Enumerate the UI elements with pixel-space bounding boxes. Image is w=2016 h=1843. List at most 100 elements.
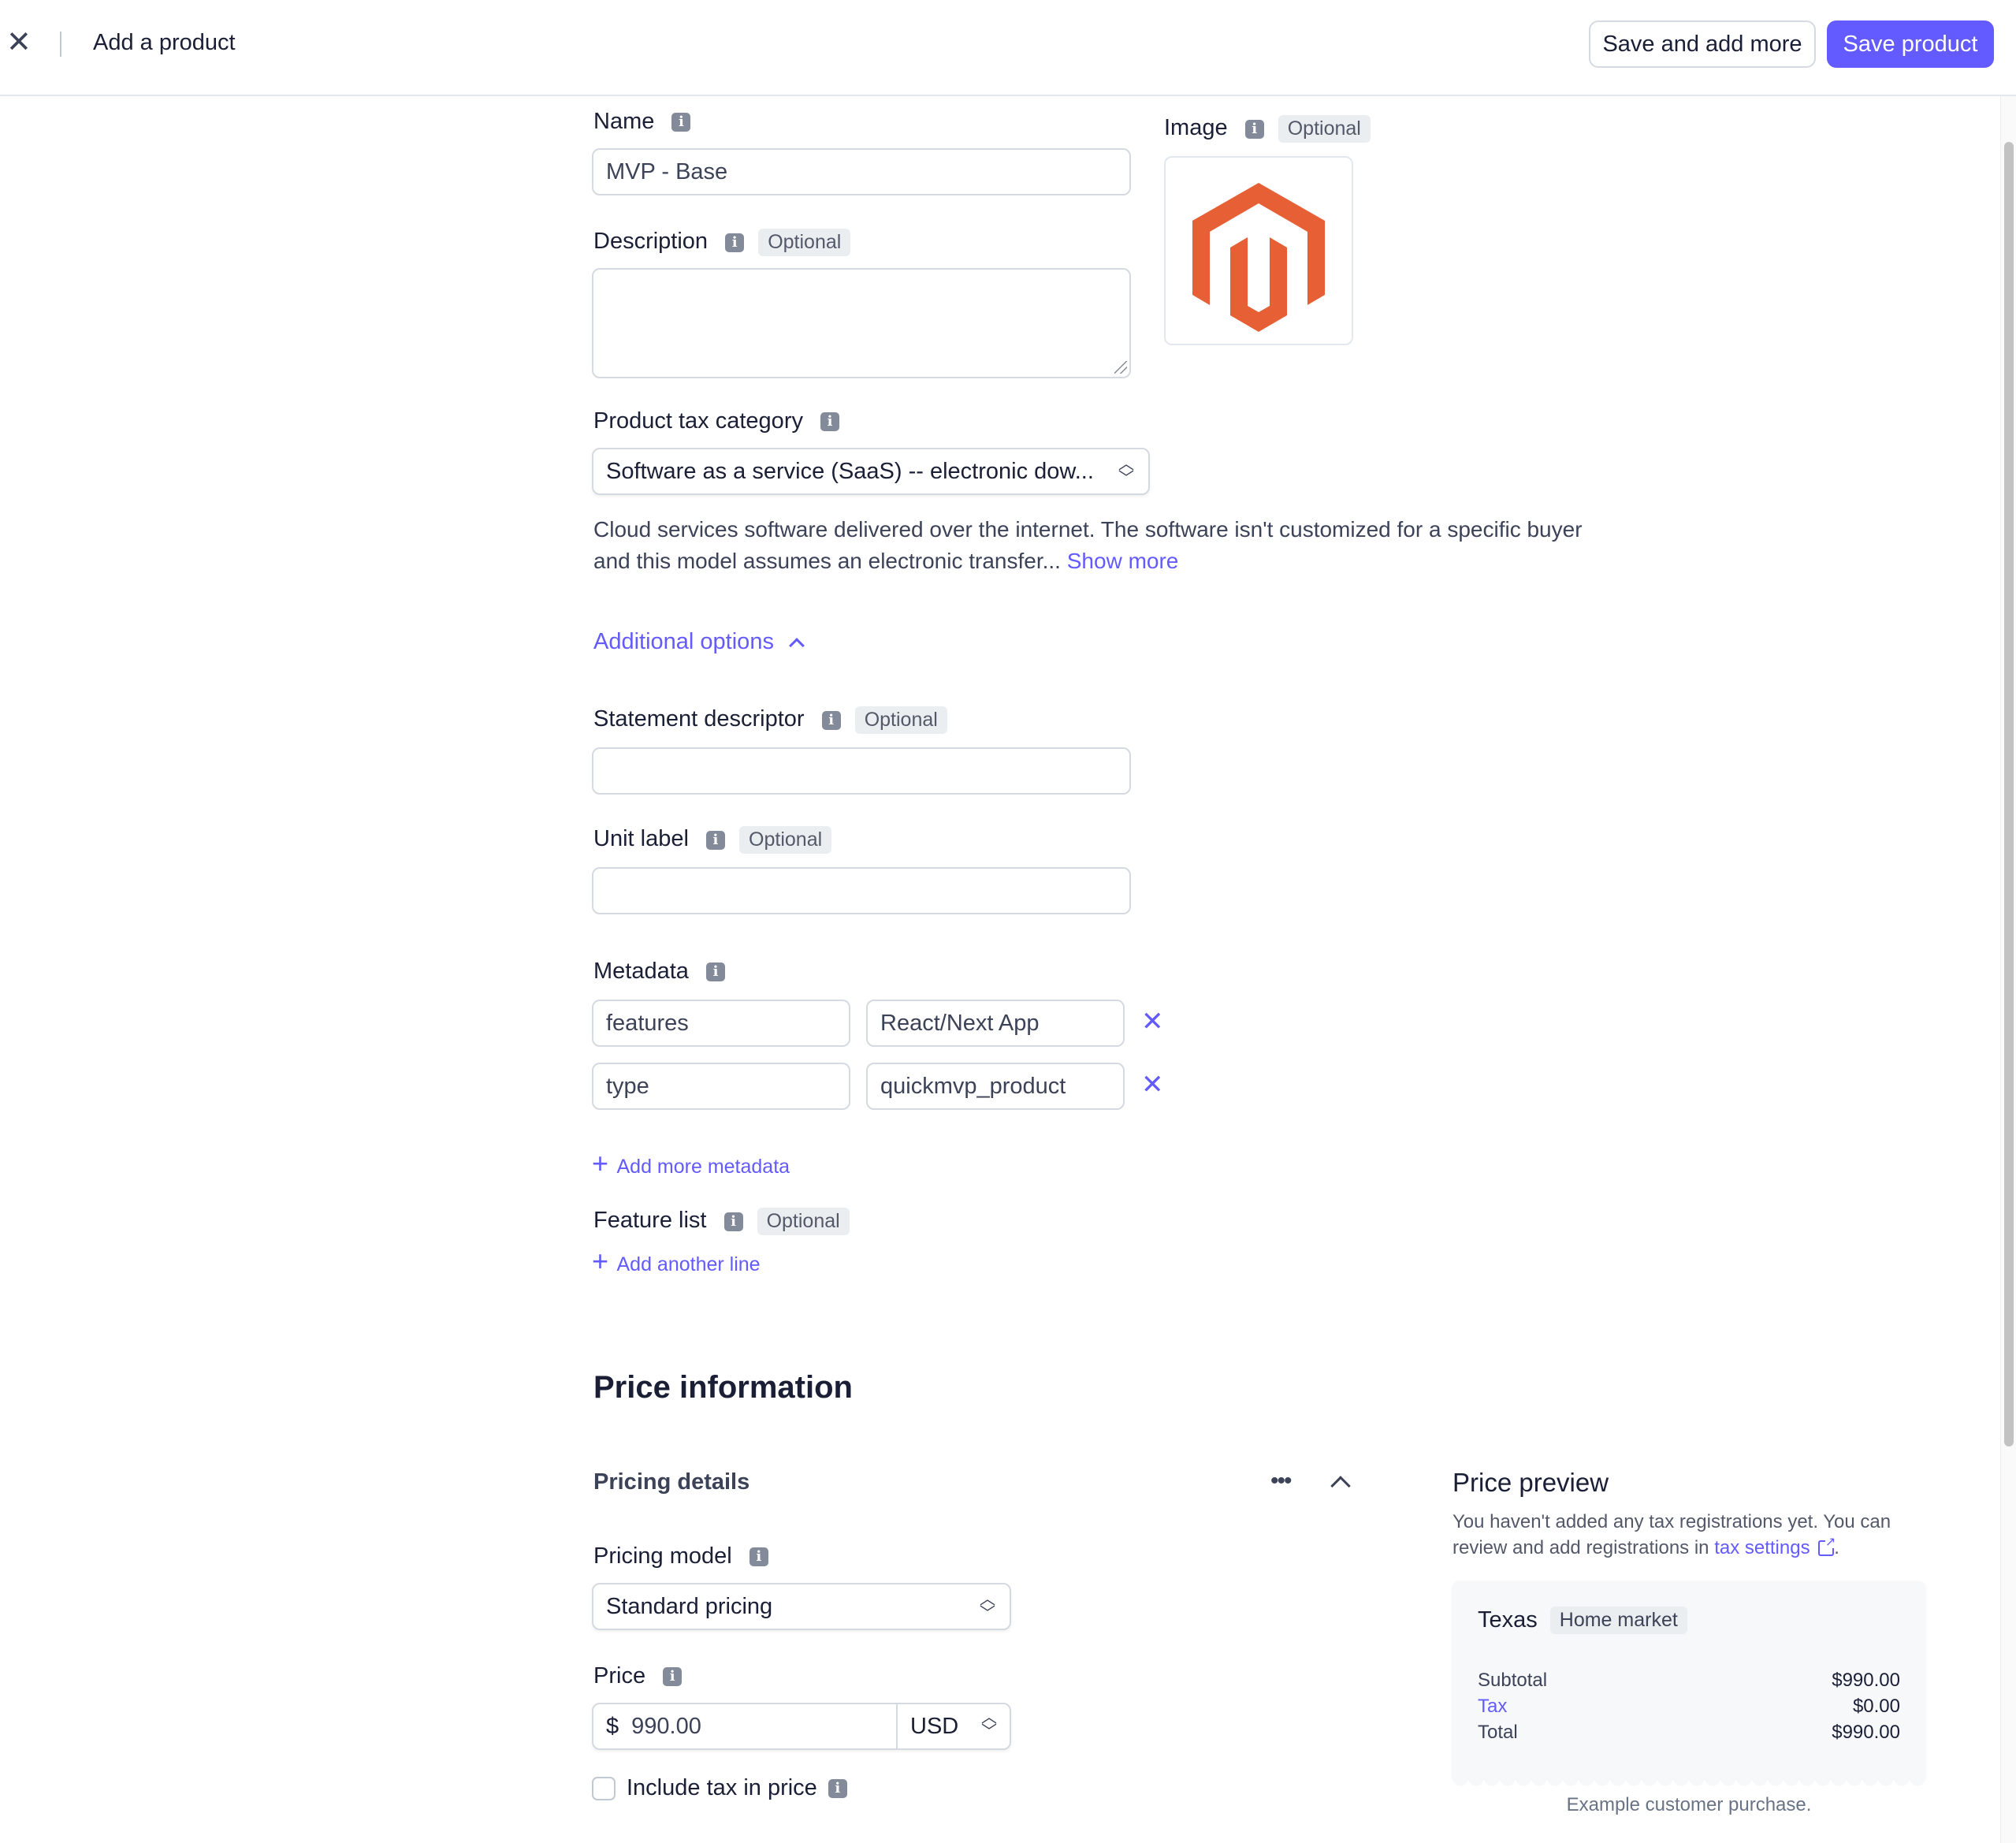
pricing-details-heading: Pricing details [593, 1469, 750, 1495]
currency-select[interactable]: USD ︿ ﹀ [896, 1704, 1010, 1748]
name-label-row: Name i [593, 109, 691, 135]
info-icon[interactable]: i [705, 830, 725, 850]
show-more-link[interactable]: Show more [1067, 549, 1179, 573]
tax-help-text: and this model assumes an electronic tra… [593, 549, 1061, 573]
price-preview-title: Price preview [1452, 1468, 1609, 1497]
currency-value: USD [910, 1713, 959, 1739]
add-another-line-label: Add another line [616, 1253, 761, 1275]
tax-value: $0.00 [1852, 1696, 1900, 1717]
remove-metadata-icon[interactable]: ✕ [1141, 1006, 1164, 1037]
price-preview-note-text: review and add registrations in [1452, 1537, 1709, 1558]
info-icon[interactable]: i [1244, 119, 1264, 139]
total-label: Total [1478, 1722, 1518, 1743]
select-arrows-icon: ︿ ﹀ [980, 1591, 995, 1622]
receipt-zigzag-edge [1452, 1778, 1925, 1788]
add-more-metadata-label: Add more metadata [616, 1156, 790, 1178]
plus-icon: + [592, 1245, 609, 1277]
metadata-value-input[interactable]: React/Next App [866, 1000, 1125, 1047]
preview-row-subtotal: Subtotal $990.00 [1478, 1670, 1900, 1692]
optional-badge: Optional [739, 826, 832, 854]
external-link-icon[interactable]: ↗ [1818, 1536, 1836, 1556]
price-preview-note-line-2: review and add registrations in tax sett… [1452, 1535, 1891, 1561]
unit-label-label-row: Unit label i Optional [593, 826, 832, 854]
statement-descriptor-label: Statement descriptor [593, 706, 805, 732]
tax-link[interactable]: Tax [1478, 1696, 1507, 1718]
subtotal-value: $990.00 [1832, 1670, 1900, 1691]
info-icon[interactable]: i [820, 412, 840, 432]
add-another-line-button[interactable]: + Add another line [592, 1247, 761, 1276]
subtotal-label: Subtotal [1478, 1670, 1548, 1691]
info-icon[interactable]: i [725, 233, 745, 252]
info-icon[interactable]: i [671, 113, 691, 132]
additional-options-toggle[interactable]: Additional options [593, 629, 805, 655]
plus-icon: + [592, 1147, 609, 1179]
include-tax-label: Include tax in price [627, 1775, 817, 1800]
info-icon[interactable]: i [828, 1778, 847, 1798]
include-tax-row: Include tax in price i [592, 1775, 847, 1801]
description-label: Description [593, 229, 709, 255]
metadata-key-input[interactable]: type [592, 1063, 850, 1110]
add-more-metadata-button[interactable]: + Add more metadata [592, 1149, 790, 1178]
description-textarea[interactable] [592, 268, 1131, 378]
price-input[interactable]: $ 990.00 USD ︿ ﹀ [592, 1703, 1011, 1750]
price-label: Price [593, 1663, 646, 1688]
close-icon[interactable]: ✕ [6, 27, 32, 58]
info-icon[interactable]: i [821, 710, 841, 730]
metadata-key-input[interactable]: features [592, 1000, 850, 1047]
header-divider [60, 32, 61, 57]
unit-label-label: Unit label [593, 826, 689, 852]
save-product-button[interactable]: Save product [1827, 20, 1994, 68]
info-icon[interactable]: i [705, 962, 725, 982]
save-and-add-more-button[interactable]: Save and add more [1589, 20, 1816, 68]
metadata-label: Metadata [593, 959, 689, 984]
additional-options-label: Additional options [593, 629, 774, 654]
more-options-icon[interactable]: ••• [1270, 1468, 1292, 1495]
pricing-model-value: Standard pricing [606, 1593, 773, 1619]
name-label: Name [593, 109, 655, 134]
info-icon[interactable]: i [749, 1547, 768, 1567]
optional-badge: Optional [758, 229, 851, 256]
preview-region-row: Texas Home market [1478, 1607, 1687, 1634]
info-icon[interactable]: i [723, 1212, 743, 1231]
name-input[interactable]: MVP - Base [592, 148, 1131, 195]
resize-handle-icon[interactable] [1114, 361, 1127, 374]
select-arrows-icon: ︿ ﹀ [981, 1709, 997, 1741]
page-title: Add a product [93, 30, 236, 55]
tax-category-help: Cloud services software delivered over t… [593, 514, 1583, 577]
feature-list-label: Feature list [593, 1208, 707, 1234]
tax-category-label-row: Product tax category i [593, 408, 840, 434]
unit-label-input[interactable] [592, 867, 1131, 914]
optional-badge: Optional [854, 706, 947, 734]
image-label-row: Image i Optional [1164, 115, 1371, 143]
scrollbar-thumb[interactable] [2004, 142, 2014, 1446]
tax-category-select[interactable]: Software as a service (SaaS) -- electron… [592, 448, 1150, 495]
metadata-value-input[interactable]: quickmvp_product [866, 1063, 1125, 1110]
chevron-up-icon[interactable] [1330, 1476, 1351, 1496]
info-icon[interactable]: i [663, 1667, 683, 1687]
remove-metadata-icon[interactable]: ✕ [1141, 1069, 1164, 1100]
include-tax-checkbox[interactable] [592, 1776, 616, 1800]
price-preview-note-line-1: You haven't added any tax registrations … [1452, 1511, 1891, 1532]
pricing-model-select[interactable]: Standard pricing ︿ ﹀ [592, 1583, 1011, 1630]
preview-receipt-card: Texas Home market Subtotal $990.00 Tax $… [1452, 1581, 1925, 1778]
optional-badge: Optional [757, 1208, 850, 1235]
tax-help-line-2: and this model assumes an electronic tra… [593, 545, 1583, 577]
preview-caption: Example customer purchase. [1566, 1794, 1812, 1815]
chevron-up-icon [789, 638, 805, 653]
preview-row-tax: Tax $0.00 [1478, 1696, 1900, 1718]
pricing-model-label: Pricing model [593, 1543, 732, 1569]
tax-help-line-1: Cloud services software delivered over t… [593, 517, 1583, 542]
tax-category-value: Software as a service (SaaS) -- electron… [606, 458, 1094, 484]
price-preview-note: You haven't added any tax registrations … [1452, 1509, 1891, 1561]
tax-category-label: Product tax category [593, 408, 803, 434]
statement-descriptor-input[interactable] [592, 747, 1131, 795]
tax-settings-link[interactable]: tax settings [1714, 1537, 1810, 1558]
statement-descriptor-label-row: Statement descriptor i Optional [593, 706, 947, 734]
optional-badge: Optional [1278, 115, 1371, 143]
image-upload[interactable] [1164, 156, 1353, 345]
price-information-heading: Price information [593, 1370, 853, 1405]
price-value[interactable]: 990.00 [631, 1714, 895, 1740]
description-label-row: Description i Optional [593, 229, 851, 256]
image-label: Image [1164, 115, 1228, 141]
total-value: $990.00 [1832, 1722, 1900, 1743]
